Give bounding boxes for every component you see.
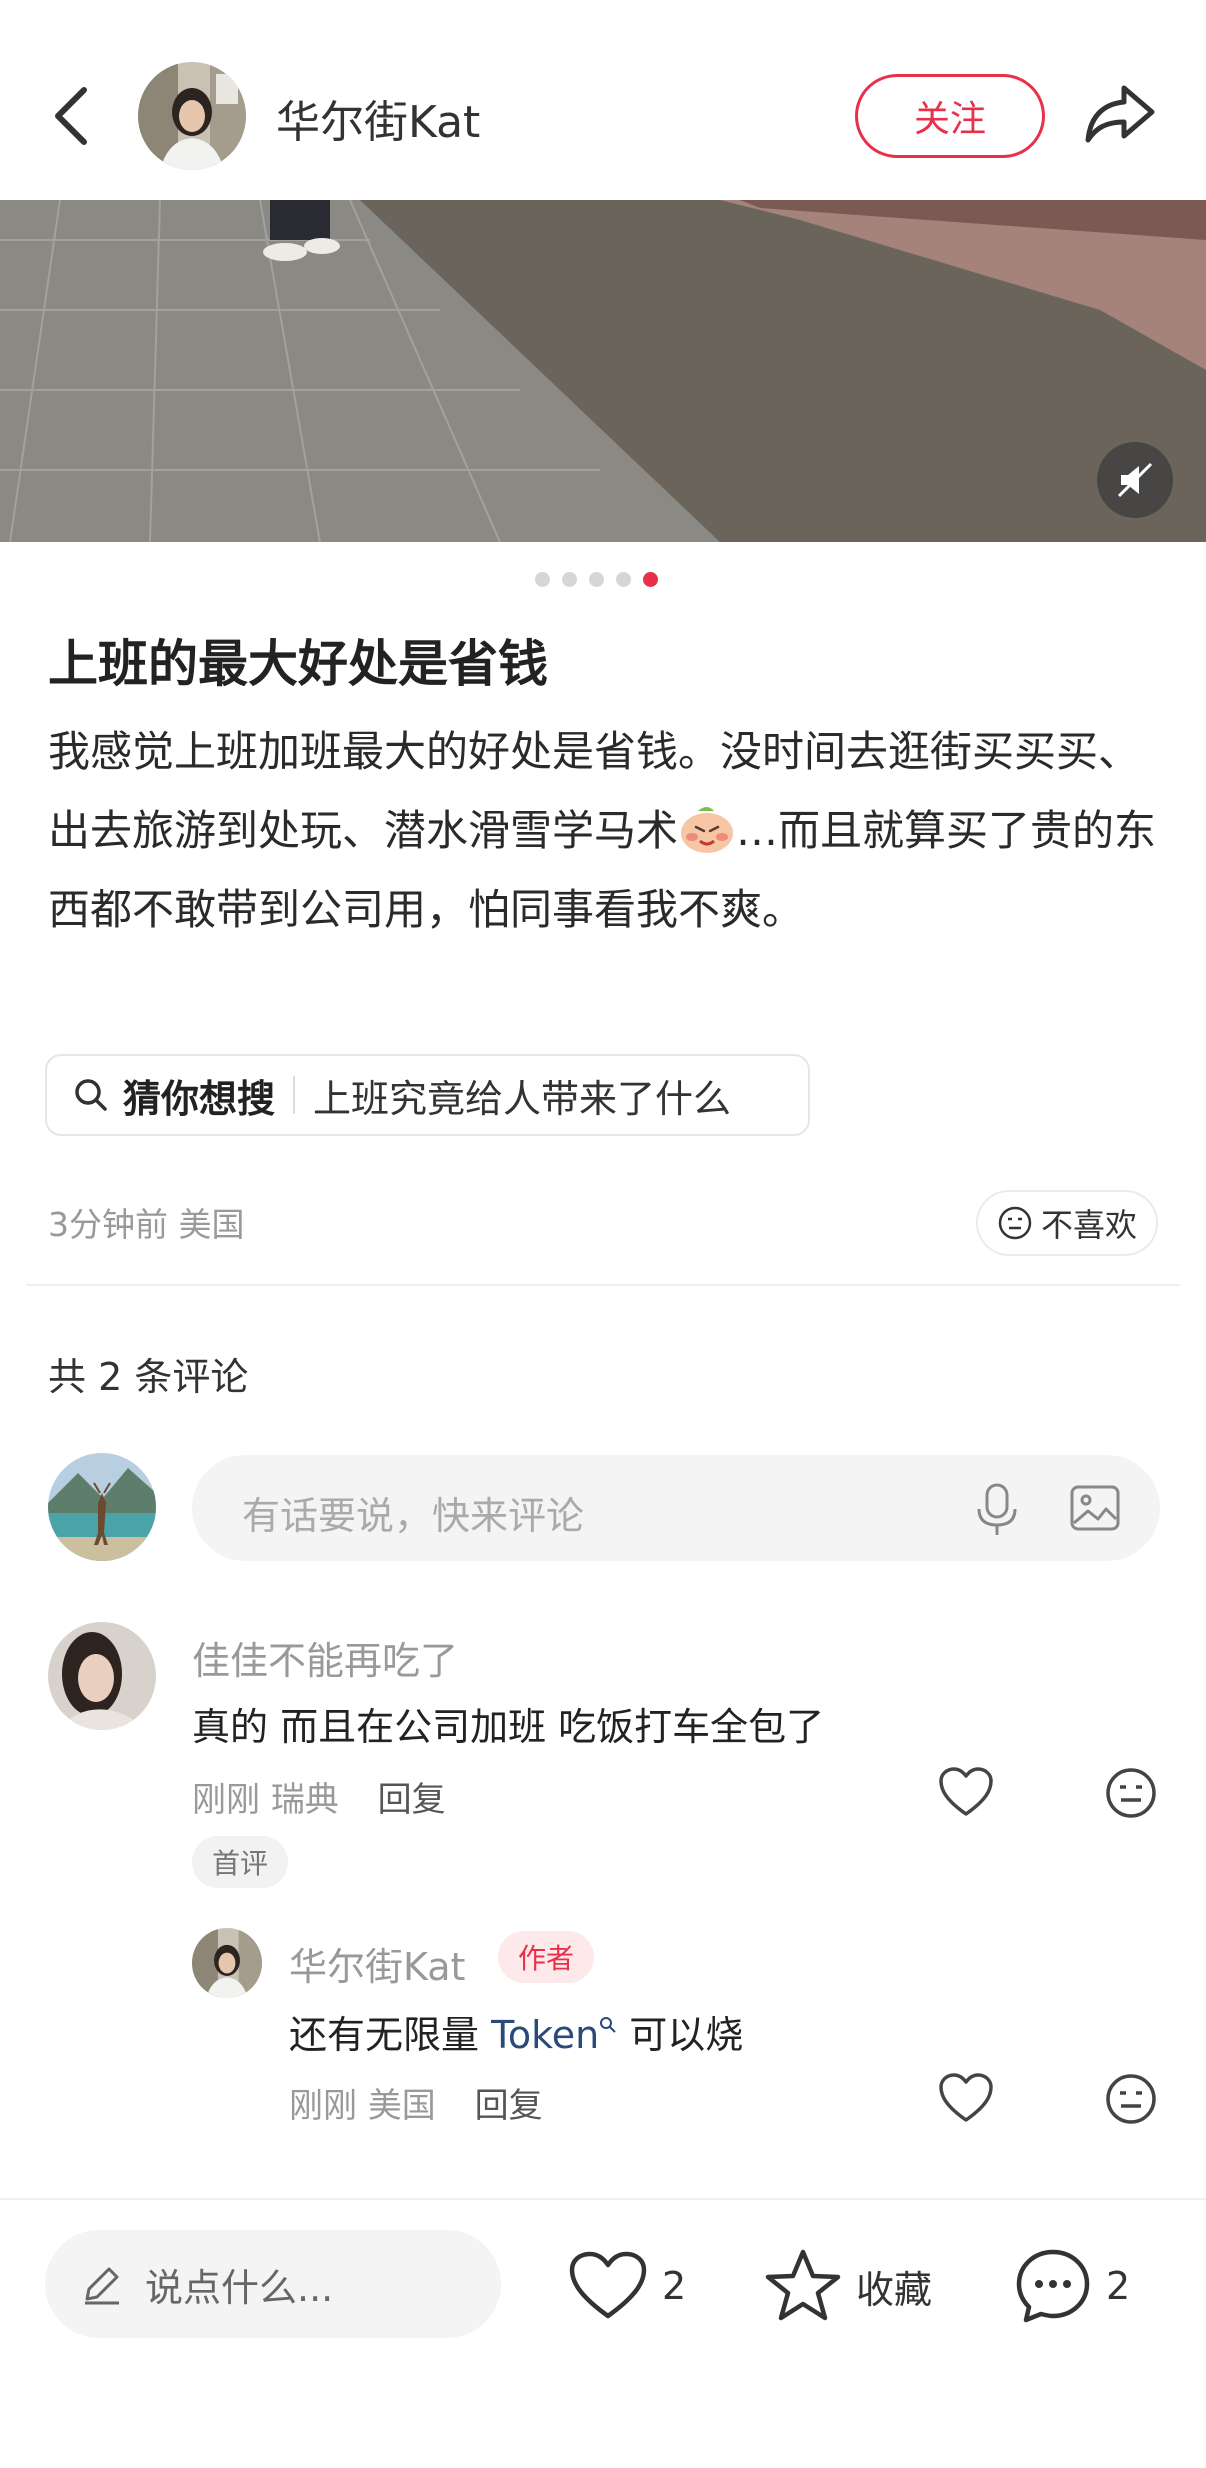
collect-label: 收藏 bbox=[856, 2267, 933, 2312]
reply-text[interactable]: 还有无限量 Token 可以烧 bbox=[289, 2004, 743, 2059]
post-image[interactable] bbox=[0, 200, 1206, 542]
author-name[interactable]: 华尔街Kat bbox=[276, 86, 480, 150]
reply-author-name[interactable]: 华尔街Kat bbox=[289, 1936, 465, 1991]
reply-meta: 刚刚 美国 回复 bbox=[289, 2078, 543, 2127]
comment-text[interactable]: 真的 而且在公司加班 吃饭打车全包了 bbox=[192, 1696, 824, 1751]
blushing-emoji-icon bbox=[678, 801, 736, 853]
search-suggestion: 上班究竟给人带来了什么 bbox=[313, 1076, 732, 1121]
post-time: 3分钟前 bbox=[48, 1205, 168, 1244]
carousel-dot[interactable] bbox=[562, 572, 577, 587]
first-comment-badge: 首评 bbox=[192, 1836, 288, 1888]
bottom-action-bar: 说点什么... 2 收藏 2 bbox=[0, 2200, 1206, 2468]
heart-icon bbox=[569, 2251, 647, 2319]
back-button[interactable] bbox=[44, 80, 104, 152]
post-body: 我感觉上班加班最大的好处是省钱。没时间去逛街买买买、出去旅游到处玩、潜水滑雪学马… bbox=[48, 712, 1158, 949]
divider bbox=[293, 1076, 296, 1114]
reply-button[interactable]: 回复 bbox=[378, 1780, 446, 1820]
comment-bubble-icon bbox=[1016, 2249, 1090, 2323]
comment-button[interactable]: 2 bbox=[1014, 2244, 1130, 2328]
heart-icon[interactable] bbox=[938, 2072, 994, 2124]
search-icon bbox=[75, 1079, 107, 1111]
carousel-dot[interactable] bbox=[535, 572, 550, 587]
quick-comment-input[interactable]: 说点什么... bbox=[45, 2230, 501, 2338]
divider bbox=[26, 1284, 1180, 1286]
commenter-avatar[interactable] bbox=[48, 1622, 156, 1730]
follow-button[interactable]: 关注 bbox=[855, 74, 1045, 158]
search-label: 猜你想搜 bbox=[123, 1076, 276, 1121]
token-search-link[interactable]: Token bbox=[491, 2013, 599, 2057]
like-count: 2 bbox=[662, 2264, 687, 2308]
neutral-face-icon bbox=[998, 1206, 1032, 1240]
reply-text-part: 可以烧 bbox=[617, 2013, 744, 2057]
carousel-dot[interactable] bbox=[616, 572, 631, 587]
post-location: 美国 bbox=[178, 1205, 245, 1244]
comment-location: 瑞典 bbox=[270, 1780, 339, 1820]
commenter-name[interactable]: 佳佳不能再吃了 bbox=[192, 1630, 458, 1685]
chevron-left-icon bbox=[55, 87, 87, 145]
pencil-icon bbox=[85, 2267, 119, 2305]
neutral-face-icon[interactable] bbox=[1104, 2072, 1158, 2126]
comment-input-placeholder: 有话要说，快来评论 bbox=[242, 1494, 585, 1538]
dislike-label: 不喜欢 bbox=[1040, 1206, 1137, 1244]
current-user-avatar bbox=[48, 1453, 156, 1561]
post-title: 上班的最大好处是省钱 bbox=[48, 635, 548, 693]
star-icon bbox=[765, 2249, 841, 2321]
author-avatar[interactable] bbox=[138, 62, 246, 170]
post-meta: 3分钟前 美国 bbox=[48, 1198, 245, 1246]
reply-author-avatar[interactable] bbox=[192, 1928, 262, 1998]
search-icon bbox=[600, 2017, 616, 2033]
comment-count: 共 2 条评论 bbox=[48, 1355, 249, 1399]
suggested-search-chip[interactable]: 猜你想搜 上班究竟给人带来了什么 bbox=[45, 1054, 810, 1136]
image-icon[interactable] bbox=[1068, 1481, 1122, 1535]
share-icon bbox=[1085, 85, 1155, 143]
comment-input[interactable]: 有话要说，快来评论 bbox=[192, 1455, 1160, 1561]
comment-meta: 刚刚 瑞典 回复 bbox=[192, 1772, 446, 1821]
speaker-muted-icon bbox=[1117, 462, 1153, 498]
carousel-dot[interactable] bbox=[589, 572, 604, 587]
comment-time: 刚刚 bbox=[192, 1780, 260, 1820]
share-button[interactable] bbox=[1080, 78, 1160, 150]
collect-button[interactable]: 收藏 bbox=[764, 2244, 932, 2328]
author-badge: 作者 bbox=[498, 1931, 594, 1983]
reply-time: 刚刚 bbox=[289, 2086, 357, 2126]
carousel-indicator bbox=[535, 572, 658, 587]
reply-location: 美国 bbox=[367, 2086, 436, 2126]
top-navigation-bar: 华尔街Kat 关注 bbox=[0, 0, 1206, 200]
dislike-button[interactable]: 不喜欢 bbox=[976, 1190, 1158, 1256]
reply-text-part: 还有无限量 bbox=[289, 2013, 492, 2057]
carousel-dot-active[interactable] bbox=[643, 572, 658, 587]
mute-button[interactable] bbox=[1097, 442, 1173, 518]
neutral-face-icon[interactable] bbox=[1104, 1766, 1158, 1820]
comment-count-bottom: 2 bbox=[1106, 2264, 1131, 2308]
quick-comment-placeholder: 说点什么... bbox=[145, 2265, 334, 2310]
like-button[interactable]: 2 bbox=[568, 2244, 686, 2328]
reply-button[interactable]: 回复 bbox=[475, 2086, 543, 2126]
heart-icon[interactable] bbox=[938, 1766, 994, 1818]
microphone-icon[interactable] bbox=[972, 1481, 1022, 1537]
